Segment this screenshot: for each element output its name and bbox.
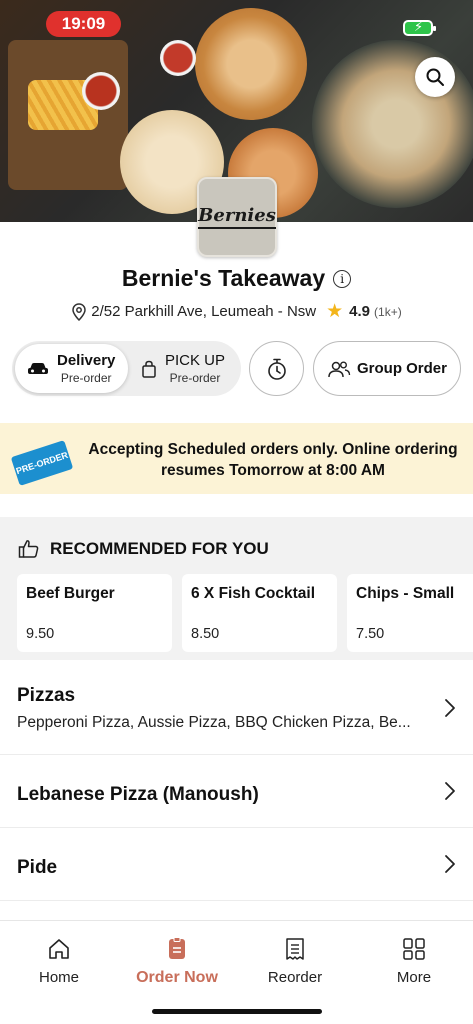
location-pin-icon: [72, 302, 87, 321]
nav-home[interactable]: Home: [0, 937, 118, 986]
banner-message: Accepting Scheduled orders only. Online …: [88, 441, 458, 479]
nav-home-label: Home: [38, 969, 79, 986]
pickup-sub: Pre-order: [169, 371, 221, 385]
home-indicator[interactable]: [152, 1009, 322, 1014]
nav-reorder-label: Reorder: [267, 969, 323, 986]
nav-order-now-label: Order Now: [136, 969, 218, 986]
hero-sauce-bowl: [82, 72, 120, 110]
category-row-pizzas[interactable]: Pizzas Pepperoni Pizza, Aussie Pizza, BB…: [0, 660, 473, 755]
category-name: Pizzas: [17, 685, 76, 706]
store-address: 2/52 Parkhill Ave, Leumeah - Nsw: [91, 303, 317, 320]
store-address-row: 2/52 Parkhill Ave, Leumeah - Nsw ★ 4.9 (…: [0, 300, 473, 323]
category-description: Pepperoni Pizza, Aussie Pizza, BBQ Chick…: [17, 714, 411, 731]
nav-more[interactable]: More: [355, 937, 473, 986]
grid-icon: [403, 938, 425, 960]
home-icon: [49, 939, 69, 959]
store-logo-text: Bernies: [198, 205, 276, 229]
scheduled-orders-banner: PRE-ORDER Accepting Scheduled orders onl…: [0, 423, 473, 494]
status-time: 19:09: [46, 11, 121, 37]
recommended-item-price: 9.50: [26, 626, 55, 642]
recommended-header: RECOMMENDED FOR YOU: [18, 539, 269, 559]
search-button[interactable]: [415, 57, 455, 97]
schedule-timer-button[interactable]: [249, 341, 304, 396]
group-order-label: Group Order: [356, 360, 447, 377]
store-name: Bernie's Takeaway: [121, 265, 326, 291]
thumbs-up-icon: [18, 540, 39, 558]
recommended-item-price: 7.50: [356, 626, 385, 642]
group-users-icon: [328, 361, 351, 377]
delivery-option[interactable]: Delivery Pre-order: [15, 344, 128, 393]
group-order-button[interactable]: Group Order: [313, 341, 461, 396]
pickup-label: PICK UP: [165, 352, 226, 369]
category-row-lebanese-pizza[interactable]: Lebanese Pizza (Manoush): [0, 755, 473, 828]
store-logo: Bernies: [197, 177, 277, 257]
recommended-item-card[interactable]: 6 X Fish Cocktail 8.50: [182, 574, 337, 652]
store-title-row: Bernie's Takeaway i: [0, 265, 473, 292]
chevron-right-icon: [445, 699, 455, 717]
hero-pizza-plate: [195, 8, 307, 120]
recommended-item-card[interactable]: Beef Burger 9.50: [17, 574, 172, 652]
order-icon: [169, 937, 185, 959]
category-name: Lebanese Pizza (Manoush): [17, 784, 259, 805]
nav-more-label: More: [396, 969, 432, 986]
nav-order-now[interactable]: Order Now: [118, 937, 236, 987]
star-icon: ★: [326, 301, 344, 322]
pickup-option[interactable]: PICK UP Pre-order: [137, 344, 237, 393]
recommended-section: RECOMMENDED FOR YOU Beef Burger 9.50 6 X…: [0, 517, 473, 660]
chevron-right-icon: [445, 782, 455, 800]
store-rating-count: (1k+): [374, 304, 402, 319]
car-icon: [28, 362, 48, 374]
recommended-title: RECOMMENDED FOR YOU: [50, 539, 269, 558]
hero-sauce-bowl: [160, 40, 196, 76]
info-icon[interactable]: i: [333, 269, 352, 288]
shopping-bag-icon: [142, 360, 156, 378]
stopwatch-icon: [267, 358, 286, 380]
category-name: Pide: [17, 857, 58, 878]
chevron-right-icon: [445, 855, 455, 873]
recommended-item-name: Chips - Small: [356, 585, 455, 602]
preorder-tag: PRE-ORDER: [10, 440, 74, 486]
recommended-item-name: 6 X Fish Cocktail: [191, 585, 316, 602]
delivery-sub: Pre-order: [60, 371, 112, 385]
search-icon: [426, 68, 444, 86]
recommended-item-name: Beef Burger: [26, 585, 115, 602]
delivery-label: Delivery: [57, 352, 116, 369]
nav-reorder[interactable]: Reorder: [236, 937, 354, 986]
order-mode-toggle: Delivery Pre-order PICK UP Pre-order: [12, 341, 241, 396]
category-row-pide[interactable]: Pide: [0, 828, 473, 901]
battery-charging-icon: ⚡: [403, 19, 436, 36]
store-rating: 4.9: [349, 303, 371, 320]
recommended-item-price: 8.50: [191, 626, 220, 642]
receipt-icon: [286, 938, 304, 960]
recommended-item-card[interactable]: Chips - Small 7.50: [347, 574, 473, 652]
